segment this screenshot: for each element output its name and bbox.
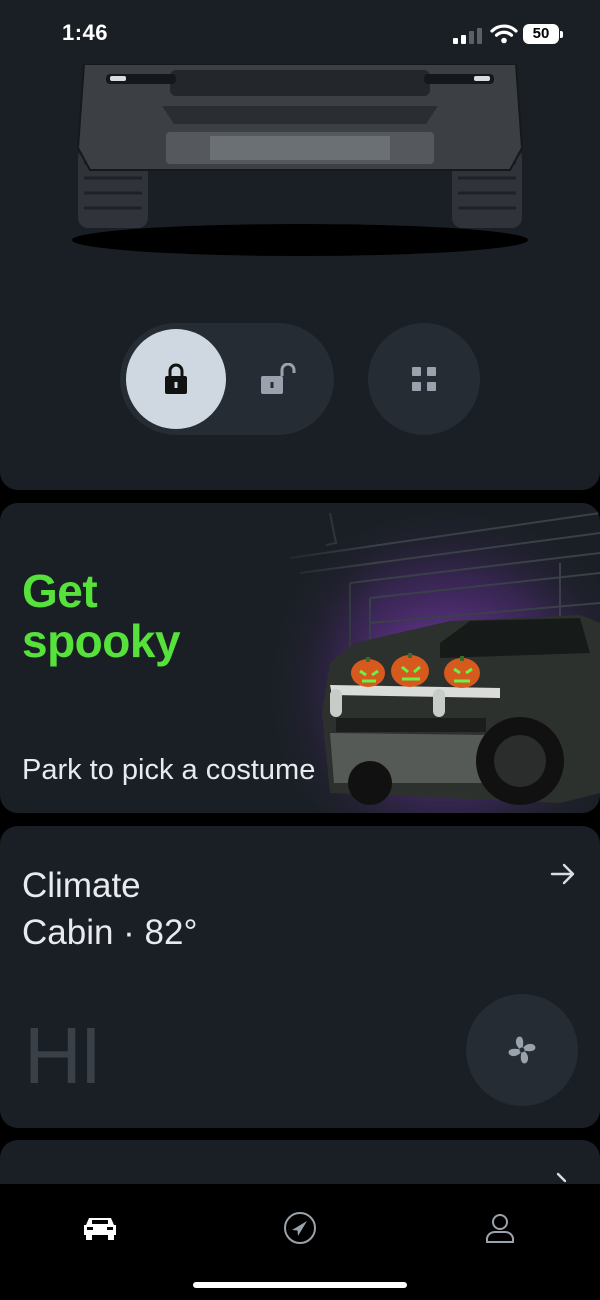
battery-indicator: 50 bbox=[523, 24, 563, 44]
lock-button[interactable] bbox=[126, 329, 226, 429]
arrow-right-icon[interactable] bbox=[549, 860, 577, 888]
cellular-signal-icon bbox=[453, 28, 485, 44]
lock-toggle bbox=[120, 323, 334, 435]
fan-icon bbox=[508, 1036, 536, 1064]
vehicle-icon bbox=[84, 1218, 116, 1240]
truck-front-image bbox=[72, 63, 528, 256]
tab-navigation[interactable] bbox=[270, 1206, 330, 1250]
promo-subtitle: Park to pick a costume bbox=[22, 754, 316, 786]
wifi-icon bbox=[490, 24, 518, 44]
climate-title: Climate bbox=[22, 866, 141, 905]
lock-open-icon bbox=[261, 363, 296, 394]
fan-level-display: HI bbox=[24, 1011, 102, 1100]
more-controls-button[interactable] bbox=[368, 323, 480, 435]
tab-profile[interactable] bbox=[470, 1206, 530, 1250]
promo-title: Get spooky bbox=[22, 565, 181, 667]
lock-closed-icon bbox=[165, 363, 187, 394]
fan-button[interactable] bbox=[466, 994, 578, 1106]
profile-icon bbox=[486, 1214, 514, 1243]
status-time: 1:46 bbox=[62, 20, 109, 45]
navigation-icon bbox=[284, 1212, 316, 1244]
climate-cabin-temp: Cabin · 82° bbox=[22, 913, 198, 952]
home-indicator bbox=[193, 1282, 407, 1288]
status-bar: 1:46 50 bbox=[0, 0, 600, 64]
grid-icon bbox=[412, 367, 436, 391]
unlock-button[interactable] bbox=[228, 329, 328, 429]
vehicle-card bbox=[0, 0, 600, 490]
tab-vehicle[interactable] bbox=[70, 1206, 130, 1250]
